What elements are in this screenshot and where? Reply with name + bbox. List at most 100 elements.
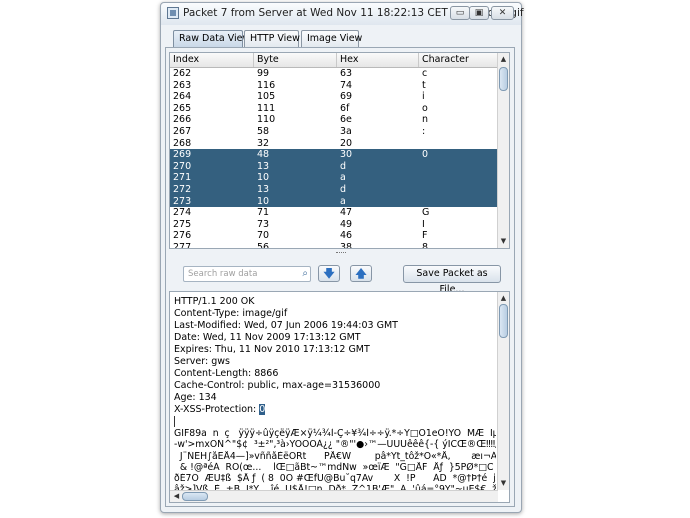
text-scroll-thumb[interactable] — [499, 304, 508, 338]
arrow-down-icon: 🡇 — [323, 267, 335, 280]
cell-index: 271 — [173, 172, 192, 184]
header-line: Content-Type: image/gif — [174, 308, 288, 319]
find-next-button[interactable]: 🡇 — [318, 265, 340, 282]
cell-byte: 48 — [257, 149, 270, 161]
title-bar[interactable]: Packet 7 from Server at Wed Nov 11 18:22… — [161, 3, 524, 25]
table-header: Index Byte Hex Character — [170, 53, 498, 68]
table-body: 262 99 63 c 263 116 74 t 264 105 69 i 265 111 6f o 266 11… — [170, 68, 498, 249]
binary-line: ðÉ7Õ ÆÙ‡ß $Å ƒ ( 8 0Ö #ŒfÙ@Bu˘q7Av X !P … — [174, 473, 496, 485]
table-vertical-scrollbar[interactable]: ▲ ▼ — [497, 53, 509, 248]
blank-line — [174, 416, 496, 428]
cell-character: G — [422, 207, 430, 219]
cell-hex: 63 — [340, 68, 353, 79]
cell-character: o — [422, 102, 428, 114]
column-header-character[interactable]: Character — [419, 53, 498, 67]
text-horizontal-thumb[interactable] — [182, 492, 208, 501]
cell-index: 267 — [173, 125, 192, 137]
cell-hex: 38 — [340, 241, 353, 249]
table-row[interactable]: 270 13 d — [170, 160, 498, 173]
table-row[interactable]: 265 111 6f o — [170, 103, 498, 115]
header-line: Expires: Thu, 11 Nov 2010 17:13:12 GMT — [174, 344, 370, 355]
cell-hex: 30 — [340, 149, 353, 161]
cell-character: i — [422, 91, 425, 103]
text-scroll-up-arrow-icon[interactable]: ▲ — [498, 293, 509, 304]
table-row[interactable]: 275 73 49 I — [170, 219, 498, 231]
column-header-hex[interactable]: Hex — [337, 53, 419, 67]
selected-text: 0 — [259, 404, 266, 415]
find-previous-button[interactable]: 🡅 — [350, 265, 372, 282]
close-icon: ✕ — [498, 8, 507, 18]
cell-character: 8 — [422, 241, 429, 249]
column-header-byte[interactable]: Byte — [254, 53, 337, 67]
close-button[interactable]: ✕ — [491, 6, 514, 20]
binary-line: J¨ÑEH∫åËÅ4—]»vññåÈëORt PÅ€W pâ*Yt_tôž*Ò«… — [179, 450, 496, 462]
cell-byte: 73 — [257, 218, 270, 230]
minimize-icon: ▭ — [455, 8, 465, 18]
cell-byte: 116 — [257, 79, 276, 91]
cell-hex: a — [340, 172, 346, 184]
cell-byte: 110 — [257, 114, 276, 126]
header-line: Content-Length: 8866 — [174, 368, 279, 379]
table-row[interactable]: 268 32 20 — [170, 138, 498, 150]
cell-hex: 20 — [340, 137, 353, 149]
cell-byte: 56 — [257, 241, 270, 249]
cell-character: c — [422, 68, 428, 79]
tab-raw-data-view[interactable]: Raw Data View — [173, 30, 250, 47]
search-icon[interactable]: ⌕ — [302, 267, 308, 281]
cell-byte: 99 — [257, 68, 270, 79]
cell-character: t — [422, 79, 426, 91]
cell-byte: 32 — [257, 137, 270, 149]
search-placeholder: Search raw data — [188, 269, 258, 279]
cell-index: 273 — [173, 195, 192, 207]
text-vertical-scrollbar[interactable]: ▲ ▼ — [497, 292, 509, 490]
split-pane-divider[interactable] — [166, 251, 514, 256]
table-row[interactable]: 274 71 47 G — [170, 207, 498, 219]
cell-hex: a — [340, 195, 346, 207]
scroll-up-arrow-icon[interactable]: ▲ — [498, 54, 509, 65]
binary-line: & !@ªéÁ RO(œ... lŒ□ãBt~™mdNw »œïÆ "G□ÅF … — [179, 461, 494, 473]
table-row[interactable]: 269 48 30 0 — [170, 149, 498, 161]
save-packet-button[interactable]: Save Packet as File... — [403, 265, 501, 295]
table-row[interactable]: 266 110 6e n — [170, 114, 498, 126]
cell-index: 270 — [173, 160, 192, 172]
cell-byte: 10 — [257, 172, 270, 184]
table-row[interactable]: 272 13 d — [170, 183, 498, 196]
table-row[interactable]: 267 58 3a: — [170, 126, 498, 138]
raw-text-content[interactable]: HTTP/1.1 200 OK Content-Type: image/gif La… — [174, 296, 496, 502]
maximize-button[interactable]: ▣ — [469, 6, 489, 20]
cell-index: 276 — [173, 230, 192, 242]
bytes-table: Index Byte Hex Character 262 99 63 c 263 116 7… — [169, 52, 510, 249]
minimize-button[interactable]: ▭ — [450, 6, 470, 20]
column-header-index[interactable]: Index — [170, 53, 254, 67]
cell-index: 277 — [173, 241, 192, 249]
table-row[interactable]: 271 10 a — [170, 172, 498, 184]
header-line: Date: Wed, 11 Nov 2009 17:13:12 GMT — [174, 332, 361, 343]
header-line: Age: 134 — [174, 392, 217, 403]
header-line: Last-Modified: Wed, 07 Jun 2006 19:44:03… — [174, 320, 398, 331]
binary-line: -w'>mxÔÑ^"$¢ ³±²",³à›ŸÖÔÔÀ¿¿ "®"'●›™—ÚÜÙ… — [174, 439, 496, 451]
table-scroll-thumb[interactable] — [499, 67, 508, 91]
text-horizontal-scrollbar[interactable]: ◀ — [170, 490, 498, 502]
table-row[interactable]: 277 56 38 8 — [170, 241, 498, 249]
table-row[interactable]: 262 99 63 c — [170, 68, 498, 80]
maximize-icon: ▣ — [474, 8, 484, 18]
table-row[interactable]: 264 105 69 i — [170, 91, 498, 103]
tab-http-view[interactable]: HTTP View — [244, 30, 300, 47]
table-row[interactable]: 276 70 46 F — [170, 230, 498, 242]
cell-index: 274 — [173, 207, 192, 219]
search-input[interactable]: Search raw data ⌕ — [183, 266, 311, 282]
cell-hex: 46 — [340, 230, 353, 242]
cell-hex: 69 — [340, 91, 353, 103]
cell-character: I — [422, 218, 425, 230]
tab-image-view[interactable]: Image View — [301, 30, 362, 47]
scroll-down-arrow-icon[interactable]: ▼ — [498, 236, 509, 247]
raw-text-area[interactable]: HTTP/1.1 200 OK Content-Type: image/gif La… — [169, 291, 510, 503]
text-scroll-down-arrow-icon[interactable]: ▼ — [498, 478, 509, 489]
cell-hex: d — [340, 160, 347, 172]
table-row[interactable]: 273 10 a — [170, 195, 498, 208]
cell-index: 265 — [173, 102, 192, 114]
scroll-left-arrow-icon[interactable]: ◀ — [171, 491, 182, 502]
table-row[interactable]: 263 116 74 t — [170, 80, 498, 92]
cell-character: F — [422, 230, 428, 242]
header-line: Cache-Control: public, max-age=31536000 — [174, 380, 381, 391]
